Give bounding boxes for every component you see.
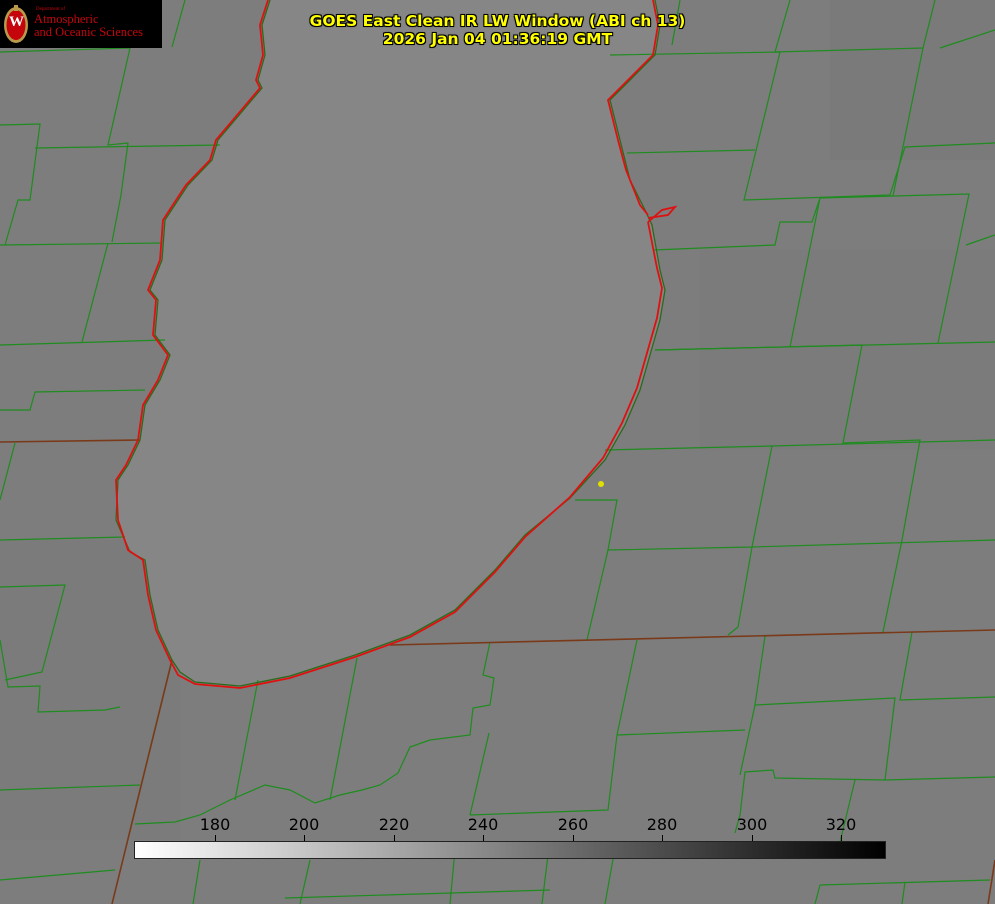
colorbar-tick-mark	[752, 835, 753, 841]
colorbar-tick-mark	[573, 835, 574, 841]
colorbar-tick-mark	[304, 835, 305, 841]
colorbar-tick-mark	[662, 835, 663, 841]
colorbar-tick-mark	[394, 835, 395, 841]
image-timestamp: 2026 Jan 04 01:36:19 GMT	[382, 30, 613, 48]
satellite-map	[0, 0, 995, 904]
colorbar-tick-label: 260	[557, 815, 589, 834]
colorbar-tick-label: 200	[288, 815, 320, 834]
colorbar-tick-label: 320	[825, 815, 857, 834]
colorbar-tick-mark	[215, 835, 216, 841]
colorbar-tick-label: 300	[736, 815, 768, 834]
colorbar-tick-label: 180	[199, 815, 231, 834]
colorbar	[134, 841, 886, 859]
image-title: GOES East Clean IR LW Window (ABI ch 13)	[309, 12, 686, 30]
colorbar-tick-mark	[483, 835, 484, 841]
colorbar-tick-label: 240	[467, 815, 499, 834]
colorbar-tick-label: 220	[378, 815, 410, 834]
colorbar-tick-mark	[841, 835, 842, 841]
colorbar-tick-label: 280	[646, 815, 678, 834]
location-marker	[598, 481, 604, 487]
